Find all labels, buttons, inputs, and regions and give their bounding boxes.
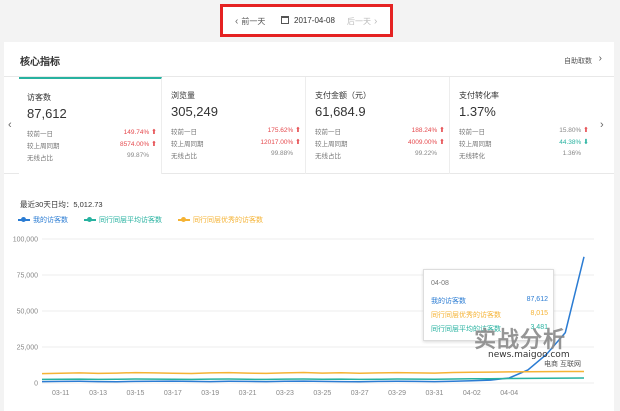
legend-swatch-icon	[18, 217, 30, 222]
chevron-right-icon: ›	[374, 16, 378, 27]
row-value: 188.24% ⬆	[411, 127, 445, 134]
tooltip-row-value: 87,612	[526, 296, 548, 303]
arrow-up-icon: ⬆	[151, 129, 157, 136]
calendar-icon[interactable]	[281, 16, 289, 24]
row-label: 无线转化	[459, 153, 485, 160]
row-label: 无线占比	[27, 155, 53, 162]
arrow-down-icon: ⬇	[583, 139, 589, 146]
row-label: 较前一日	[459, 129, 485, 136]
metrics-next-arrow-icon[interactable]: ›	[600, 119, 604, 131]
row-label: 较前一日	[315, 129, 341, 136]
chevron-right-icon[interactable]: ›	[599, 53, 602, 64]
row-value: 12017.00% ⬆	[260, 139, 301, 146]
x-tick-label: 03-23	[276, 390, 294, 397]
metrics-row: ‹ 访客数 87,612 较前一日 149.74% ⬆ 较上周同期 8574.0…	[4, 77, 614, 174]
row-label: 无线占比	[171, 153, 197, 160]
metric-conversion-rate[interactable]: 支付转化率 1.37% 较前一日 15.80% ⬆ 较上周同期 44.38% ⬇…	[451, 77, 594, 174]
arrow-up-icon: ⬆	[583, 127, 589, 134]
date-navigation-bar: ‹ 前一天 2017-04-08 后一天 ›	[0, 0, 620, 38]
legend-swatch-icon	[84, 217, 96, 222]
legend-item-top[interactable]: 同行同层优秀的访客数	[178, 215, 263, 225]
legend-label: 同行同层优秀的访客数	[193, 217, 263, 224]
arrow-up-icon: ⬆	[439, 127, 445, 134]
metric-name: 访客数	[27, 93, 51, 102]
tooltip-row-name: 我的访客数	[431, 298, 466, 305]
next-day-label: 后一天	[347, 17, 371, 26]
metric-name: 支付转化率	[459, 91, 499, 100]
date-selector: ‹ 前一天 2017-04-08 后一天 ›	[220, 4, 393, 37]
row-value: 44.38% ⬇	[559, 139, 589, 146]
row-value: 8574.00% ⬆	[120, 141, 157, 148]
row-label: 无线占比	[315, 153, 341, 160]
legend-label: 我的访客数	[33, 217, 68, 224]
row-label: 较前一日	[171, 129, 197, 136]
metric-value: 87,612	[27, 106, 67, 121]
row-value: 4009.00% ⬆	[408, 139, 445, 146]
watermark-subtitle: 电商 互联网	[544, 361, 581, 368]
row-label: 较上周同期	[171, 141, 204, 148]
custom-data-link[interactable]: 自助取数	[564, 56, 592, 66]
y-tick-label: 50,000	[17, 309, 39, 316]
x-tick-label: 03-27	[351, 390, 369, 397]
y-tick-label: 75,000	[17, 273, 39, 280]
x-tick-label: 03-25	[313, 390, 331, 397]
watermark: 实战分析 news.maigoo.com 电商 互联网	[474, 322, 614, 369]
arrow-up-icon: ⬆	[295, 139, 301, 146]
metrics-prev-arrow-icon[interactable]: ‹	[8, 119, 12, 131]
row-label: 较上周同期	[27, 143, 60, 150]
row-value: 149.74% ⬆	[123, 129, 157, 136]
row-value: 15.80% ⬆	[559, 127, 589, 134]
metric-value: 305,249	[171, 104, 218, 119]
tooltip-row-name: 同行同层优秀的访客数	[431, 312, 501, 319]
row-label: 较上周同期	[459, 141, 492, 148]
row-label: 较上周同期	[315, 141, 348, 148]
y-tick-label: 0	[34, 381, 38, 388]
metric-value: 1.37%	[459, 104, 496, 119]
chart-daily-average: 最近30天日均：5,012.73	[20, 200, 103, 209]
series-line	[41, 377, 585, 381]
x-tick-label: 03-15	[126, 390, 144, 397]
row-value: 99.22%	[414, 150, 437, 157]
x-tick-label: 03-11	[52, 390, 69, 397]
chevron-left-icon: ‹	[235, 16, 239, 27]
card-title: 核心指标	[20, 57, 60, 68]
prev-day-button[interactable]: ‹ 前一天	[235, 16, 265, 27]
metric-pageviews[interactable]: 浏览量 305,249 较前一日 175.62% ⬆ 较上周同期 12017.0…	[163, 77, 306, 174]
tooltip-date: 04-08	[431, 280, 449, 287]
x-tick-label: 04-04	[500, 390, 518, 397]
arrow-up-icon: ⬆	[295, 127, 301, 134]
arrow-up-icon: ⬆	[439, 139, 445, 146]
card-header: 核心指标 自助取数 ›	[4, 42, 614, 77]
x-tick-label: 03-31	[426, 390, 444, 397]
next-day-button[interactable]: 后一天 ›	[347, 16, 377, 27]
metric-name: 浏览量	[171, 91, 195, 100]
row-value: 99.87%	[126, 152, 149, 159]
row-value: 175.62% ⬆	[267, 127, 301, 134]
metric-value: 61,684.9	[315, 104, 366, 119]
row-label: 较前一日	[27, 131, 53, 138]
metric-name: 支付金额（元）	[315, 91, 371, 100]
x-tick-label: 03-29	[388, 390, 406, 397]
current-date[interactable]: 2017-04-08	[294, 16, 335, 25]
legend-item-mine[interactable]: 我的访客数	[18, 215, 68, 225]
x-tick-label: 03-13	[89, 390, 107, 397]
y-tick-label: 100,000	[13, 237, 38, 244]
legend-swatch-icon	[178, 217, 190, 222]
y-tick-label: 25,000	[17, 345, 39, 352]
prev-day-label: 前一天	[241, 17, 266, 26]
x-tick-label: 04-02	[463, 390, 481, 397]
x-tick-label: 03-19	[201, 390, 219, 397]
series-line	[41, 370, 584, 375]
row-value: 99.88%	[270, 150, 293, 157]
metric-visitors[interactable]: 访客数 87,612 较前一日 149.74% ⬆ 较上周同期 8574.00%…	[19, 77, 162, 174]
legend-item-average[interactable]: 同行同层平均访客数	[84, 215, 162, 225]
metric-payment-amount[interactable]: 支付金额（元） 61,684.9 较前一日 188.24% ⬆ 较上周同期 40…	[307, 77, 450, 174]
tooltip-row-value: 8,015	[530, 310, 548, 317]
row-value: 1.36%	[562, 150, 581, 157]
legend-label: 同行同层平均访客数	[99, 217, 162, 224]
arrow-up-icon: ⬆	[151, 141, 157, 148]
chart-legend: 我的访客数 同行同层平均访客数 同行同层优秀的访客数	[18, 215, 263, 225]
x-tick-label: 03-21	[239, 390, 257, 397]
x-tick-label: 03-17	[164, 390, 182, 397]
